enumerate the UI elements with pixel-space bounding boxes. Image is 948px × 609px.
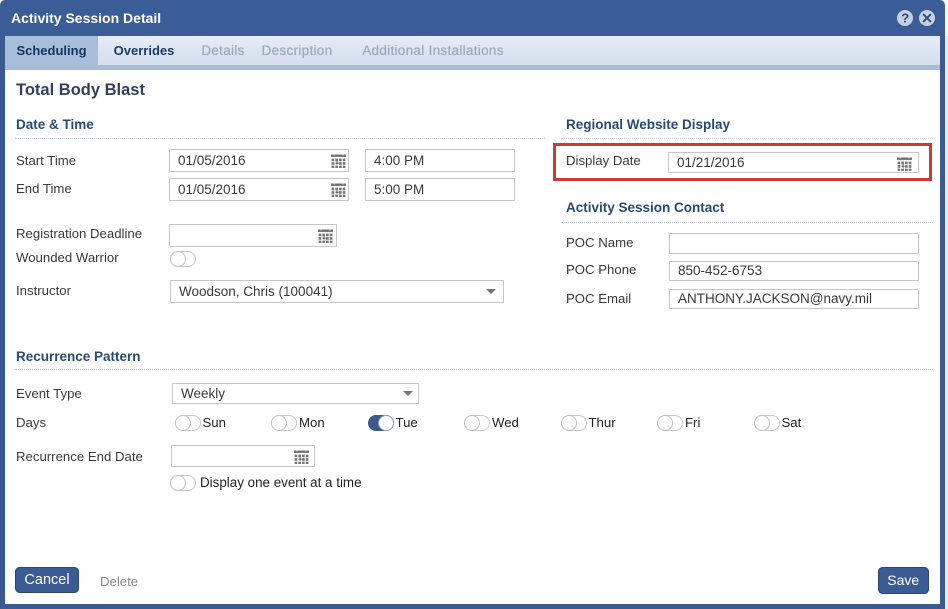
svg-text:?: ? — [901, 10, 909, 25]
